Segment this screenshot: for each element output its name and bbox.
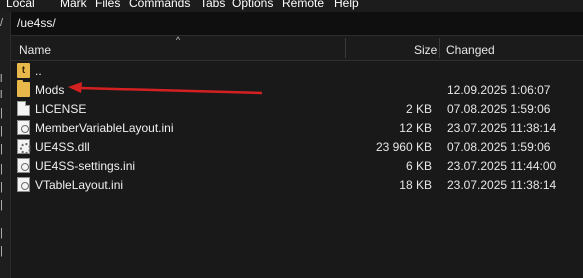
file-changed: 23.07.2025 11:38:14 (447, 121, 557, 135)
column-header: ^ Name Size Changed (11, 36, 583, 61)
panel-edge-glyph: | (0, 163, 3, 175)
panel-edge-glyph: | (0, 199, 3, 211)
file-name: UE4SS.dll (35, 140, 90, 154)
panel-edge-glyph: | (0, 125, 3, 137)
list-item-mods[interactable]: Mods 12.09.2025 1:06:07 (11, 80, 583, 99)
column-changed[interactable]: Changed (446, 43, 495, 57)
list-item-ue4ss-dll[interactable]: UE4SS.dll 23 960 KB 07.08.2025 1:59:06 (11, 137, 583, 156)
menu-mark[interactable]: Mark (60, 0, 87, 10)
file-changed: 23.07.2025 11:44:00 (447, 159, 557, 173)
list-item-license[interactable]: LICENSE 2 KB 07.08.2025 1:59:06 (11, 99, 583, 118)
column-separator[interactable] (345, 38, 346, 58)
menu-help[interactable]: Help (334, 0, 359, 10)
menu-commands[interactable]: Commands (129, 0, 190, 10)
ini-file-icon (17, 120, 30, 135)
list-item-membervariablelayout[interactable]: MemberVariableLayout.ini 12 KB 23.07.202… (11, 118, 583, 137)
file-size: 18 KB (399, 178, 432, 192)
column-separator[interactable] (439, 38, 440, 58)
menu-options[interactable]: Options (232, 0, 273, 10)
menu-bar: Local Mark Files Commands Tabs Options R… (0, 0, 583, 12)
sort-caret-icon: ^ (175, 35, 181, 45)
panel-edge-glyph: | (0, 107, 3, 119)
panel-edge-glyph: / (0, 17, 4, 29)
file-name: VTableLayout.ini (35, 178, 124, 192)
column-name[interactable]: Name (19, 43, 51, 57)
panel-edge-glyph: | (0, 181, 3, 193)
file-size: 2 KB (405, 102, 432, 116)
parent-directory-icon: t (17, 63, 30, 78)
dll-file-icon (17, 139, 31, 154)
panel-edge-glyph: l (0, 73, 3, 85)
current-path[interactable]: /ue4ss/ (17, 16, 56, 30)
ini-file-icon (17, 158, 30, 173)
file-size: 23 960 KB (375, 140, 432, 154)
adjacent-panel-edge: / l l | | | | | | | | (0, 12, 11, 278)
menu-remote[interactable]: Remote (282, 0, 324, 10)
file-size: 12 KB (399, 121, 432, 135)
file-name: MemberVariableLayout.ini (35, 121, 174, 135)
file-icon (17, 101, 30, 116)
panel-edge-glyph: | (0, 227, 3, 239)
file-name: .. (35, 64, 42, 78)
file-changed: 07.08.2025 1:59:06 (447, 102, 551, 116)
ini-file-icon (17, 177, 30, 192)
file-name: Mods (35, 83, 65, 97)
list-item-parent-directory[interactable]: t .. (11, 61, 583, 80)
panel-edge-glyph: l (0, 89, 3, 101)
folder-icon (17, 80, 30, 97)
file-name: LICENSE (35, 102, 87, 116)
column-size[interactable]: Size (414, 43, 437, 57)
menu-files[interactable]: Files (95, 0, 120, 10)
panel-edge-glyph: | (0, 143, 3, 155)
file-size: 6 KB (405, 159, 432, 173)
menu-local[interactable]: Local (6, 0, 35, 10)
list-item-vtablelayout[interactable]: VTableLayout.ini 18 KB 23.07.2025 11:38:… (11, 175, 583, 194)
panel-edge-glyph: | (0, 245, 3, 257)
list-item-ue4ss-settings[interactable]: UE4SS-settings.ini 6 KB 23.07.2025 11:44… (11, 156, 583, 175)
file-changed: 07.08.2025 1:59:06 (447, 140, 551, 154)
path-bar[interactable]: /ue4ss/ (11, 12, 583, 36)
menu-tabs[interactable]: Tabs (200, 0, 225, 10)
file-name: UE4SS-settings.ini (35, 159, 136, 173)
file-changed: 23.07.2025 11:38:14 (447, 178, 557, 192)
file-changed: 12.09.2025 1:06:07 (447, 83, 551, 97)
